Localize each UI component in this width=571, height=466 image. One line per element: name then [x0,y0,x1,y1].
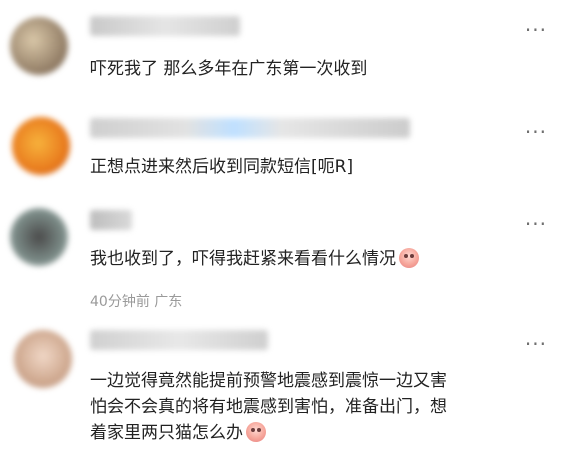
avatar[interactable] [12,117,70,175]
comment-text-line: 着家里两只猫怎么办 [90,420,447,446]
crying-face-emoji [246,422,266,442]
comment-text: 正想点进来然后收到同款短信[呃R] [90,157,354,177]
comment-text-line: 一边觉得竟然能提前预警地震感到震惊一边又害 [90,371,447,391]
username-redacted[interactable] [90,16,240,36]
more-options-icon[interactable]: ··· [525,122,547,142]
comment-meta: 40分钟前 广东 [90,291,182,311]
comment-text-line: 怕会不会真的将有地震感到害怕，准备出门，想 [90,397,447,417]
more-options-icon[interactable]: ··· [525,20,547,40]
avatar[interactable] [10,208,68,266]
comment-text-body: 我也收到了，吓得我赶紧来看看什么情况 [90,249,396,269]
crying-face-emoji [399,248,419,268]
comment-location: 广东 [154,294,183,310]
username-redacted[interactable] [90,118,410,138]
comment-text: 我也收到了，吓得我赶紧来看看什么情况 [90,246,419,272]
more-options-icon[interactable]: ··· [525,334,547,354]
comment-text: 吓死我了 那么多年在广东第一次收到 [90,59,368,79]
comment-text: 一边觉得竟然能提前预警地震感到震惊一边又害 怕会不会真的将有地震感到害怕，准备出… [90,368,447,446]
more-options-icon[interactable]: ··· [525,214,547,234]
username-redacted[interactable] [90,330,268,350]
avatar[interactable] [10,17,68,75]
username-redacted[interactable] [90,210,132,230]
avatar[interactable] [14,330,72,388]
comment-text-body: 着家里两只猫怎么办 [90,423,243,443]
comment-time: 40分钟前 [90,294,150,310]
